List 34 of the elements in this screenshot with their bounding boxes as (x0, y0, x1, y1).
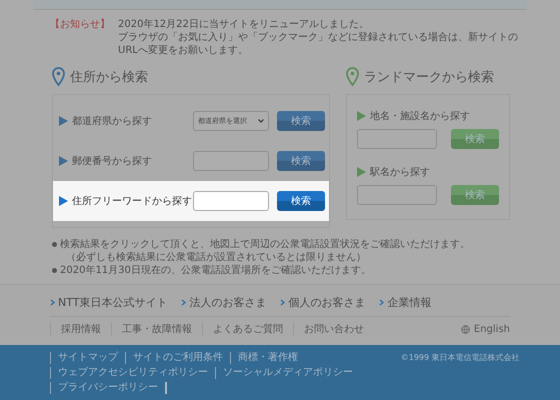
search-button[interactable]: 検索 (277, 111, 325, 131)
footer-link[interactable]: サイトマップ (50, 352, 125, 364)
section-title: 住所から検索 (70, 69, 148, 86)
note-text: 検索結果をクリックして頂くと、地図上で周辺の公衆電話設置状況をご確認いただけます。 (60, 238, 470, 251)
footer-sublink[interactable]: 採用情報 (50, 322, 111, 336)
footer-link[interactable]: サイトのご利用条件 (125, 352, 230, 364)
note-text: 2020年11月30日現在の、公衆電話設置場所をご確認いただけます。 (60, 264, 371, 277)
search-label: 駅名から探す (370, 166, 430, 179)
footer-link[interactable]: 企業情報 (387, 295, 432, 310)
search-button[interactable]: 検索 (277, 151, 325, 171)
footer-link[interactable]: ソーシャルメディアポリシー (215, 367, 360, 379)
footer-link[interactable]: プライバシーポリシー (50, 382, 167, 394)
section-title: ランドマークから検索 (364, 69, 494, 86)
search-button[interactable]: 検索 (277, 191, 325, 211)
footer-link[interactable]: 商標・著作権 (230, 352, 305, 364)
copyright-text: ©1999 東日本電信電話株式会社 (401, 352, 520, 364)
footer-link[interactable]: NTT東日本公式サイト (58, 295, 168, 310)
search-label: 郵便番号から探す (72, 154, 152, 168)
footer-link[interactable]: ウェブアクセシビリティポリシー (50, 367, 215, 379)
search-label: 地名・施設名から探す (370, 110, 470, 123)
notice-tag: 【お知らせ】 (50, 18, 110, 57)
footer-sublink[interactable]: よくあるご質問 (202, 322, 293, 336)
notice-text: ブラウザの「お気に入り」や「ブックマーク」などに登録されている場合は、新サイトのURLへ変更をお願いします。 (118, 31, 518, 57)
english-link[interactable]: English (474, 324, 510, 334)
notice-text: 2020年12月22日に当サイトをリニューアルしました。 (118, 18, 370, 31)
footer-link[interactable]: 個人のお客さま (288, 295, 366, 310)
search-label: 住所フリーワードから探す (72, 194, 192, 208)
footer-sublink[interactable]: お問い合わせ (293, 322, 374, 336)
footer-sublink[interactable]: 工事・故障情報 (111, 322, 202, 336)
search-label: 都道府県から探す (72, 114, 152, 128)
search-button[interactable]: 検索 (451, 185, 499, 205)
note-text: （必ずしも検索結果に公衆電話が設置されているとは限りません） (66, 251, 367, 264)
search-button[interactable]: 検索 (451, 129, 499, 149)
footer-link[interactable]: 法人のお客さま (189, 295, 266, 310)
